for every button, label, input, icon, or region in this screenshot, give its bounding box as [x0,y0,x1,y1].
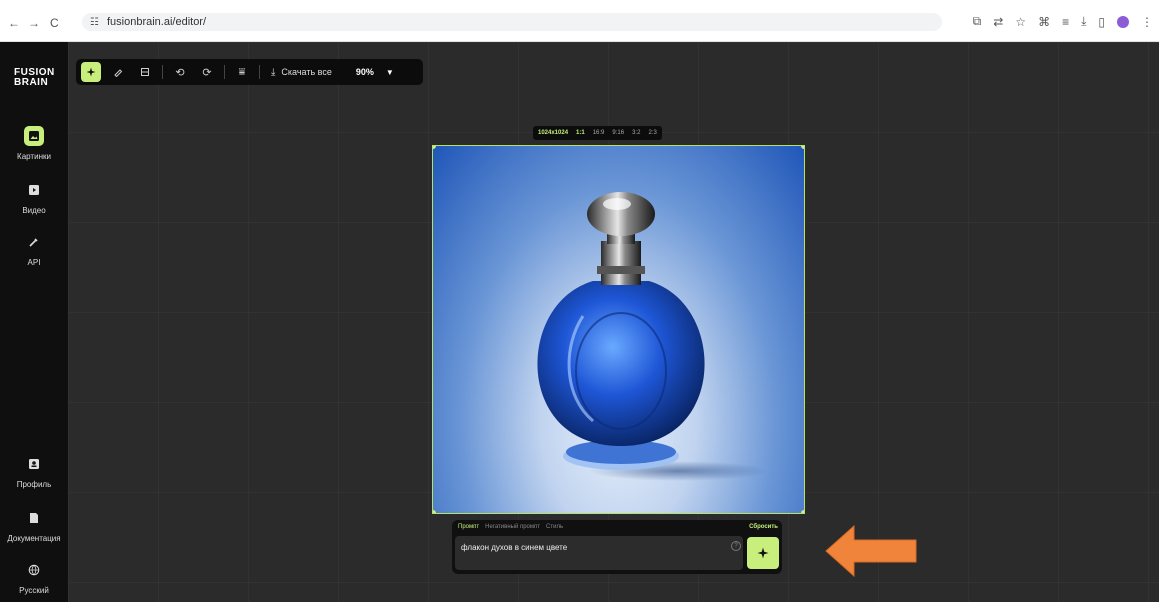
download-label: Скачать все [281,67,332,77]
ratio-option[interactable]: 16:9 [593,130,605,136]
frame-tool-button[interactable] [135,62,155,82]
toolbar-divider [224,65,225,79]
editor-toolbar: ⟲ ⟳ ⩸ ⤓ Скачать все 90% ▼ [76,59,423,85]
align-icon[interactable]: ⩸ [232,62,252,82]
sidebar-item-label: Русский [19,586,49,595]
resize-handle-top-right[interactable] [801,146,804,149]
toolbar-divider [259,65,260,79]
address-bar[interactable]: ☷ fusionbrain.ai/editor/ [82,13,942,31]
annotation-arrow [825,524,917,578]
profile-icon[interactable] [1117,15,1129,28]
perfume-bottle-illustration [537,192,768,481]
sidebar-item-label: Видео [22,206,46,215]
tab-prompt[interactable]: Промпт [458,524,479,530]
generate-tool-button[interactable] [81,62,101,82]
download-icon[interactable]: ⤓ [1081,14,1086,29]
sidebar-item-label: Картинки [17,152,51,161]
redo-button[interactable]: ⟳ [197,62,217,82]
chevron-down-icon: ▼ [385,67,394,77]
site-settings-icon[interactable]: ☷ [90,17,99,28]
sidebar: FUSION BRAIN Картинки Видео API Профиль … [0,42,68,602]
menu-icon[interactable]: ⋮ [1141,15,1153,29]
ratio-option[interactable]: 9:16 [612,130,624,136]
download-all-button[interactable]: ⤓ Скачать все [271,67,332,78]
sidebar-item-documentation[interactable]: Документация [0,508,68,543]
sparkle-icon [757,547,769,559]
profile-icon [24,454,44,474]
ratio-option[interactable]: 2:3 [648,130,656,136]
browser-toolbar: ← → C ☷ fusionbrain.ai/editor/ ⧉ ⇄ ☆ ⌘ ≡… [0,0,1159,42]
resize-handle-bottom-left[interactable] [433,510,436,513]
back-icon[interactable]: ← [8,16,20,30]
generated-image-frame[interactable] [432,145,805,514]
sidebar-item-label: Документация [7,534,61,543]
ratio-option[interactable]: 1:1 [576,130,585,136]
zoom-dropdown[interactable]: 90% ▼ [356,67,394,77]
reload-icon[interactable]: C [50,16,59,30]
tab-search-icon[interactable]: ≡ [1062,15,1069,29]
url-text: fusionbrain.ai/editor/ [106,16,207,28]
forward-icon[interactable]: → [28,16,40,30]
prompt-tabs: Промпт Негативный промпт Стиль [458,524,563,530]
translate-icon[interactable]: ⇄ [993,15,1003,29]
sidebar-item-label: Профиль [16,480,52,489]
ratio-option[interactable]: 3:2 [632,130,640,136]
editor-app: FUSION BRAIN Картинки Видео API Профиль … [0,42,1159,602]
logo[interactable]: FUSION BRAIN [14,68,55,88]
document-icon [24,508,44,528]
download-icon: ⤓ [271,66,276,78]
globe-icon [24,560,44,580]
eraser-tool-button[interactable] [108,62,128,82]
plug-icon [24,232,44,252]
video-icon [24,180,44,200]
logo-line-2: BRAIN [14,77,49,88]
help-icon[interactable]: ? [731,541,741,551]
toolbar-divider [162,65,163,79]
generate-button[interactable] [747,537,779,569]
tab-negative-prompt[interactable]: Негативный промпт [485,524,540,530]
extensions-icon[interactable]: ⌘ [1038,15,1050,29]
prompt-panel: Промпт Негативный промпт Стиль Сбросить … [452,520,782,574]
aspect-ratio-bar: 1024x1024 1:1 16:9 9:16 3:2 2:3 [533,126,662,140]
resize-handle-bottom-right[interactable] [801,510,804,513]
sidebar-item-video[interactable]: Видео [0,180,68,215]
sidebar-item-images[interactable]: Картинки [0,126,68,161]
prompt-input[interactable]: флакон духов в синем цвете [455,536,743,570]
image-icon [24,126,44,146]
cast-icon[interactable]: ⧉ [973,14,982,29]
undo-button[interactable]: ⟲ [170,62,190,82]
ratio-option[interactable]: 1024x1024 [538,130,568,136]
browser-actions: ⧉ ⇄ ☆ ⌘ ≡ ⤓ ▯ ⋮ [973,14,1153,29]
reset-button[interactable]: Сбросить [749,524,778,530]
sidebar-item-language[interactable]: Русский [0,560,68,595]
sidebar-item-profile[interactable]: Профиль [0,454,68,489]
generated-image [433,146,804,513]
star-icon[interactable]: ☆ [1015,15,1026,29]
tab-style[interactable]: Стиль [546,524,563,530]
sidebar-item-label: API [27,258,41,267]
sidebar-item-api[interactable]: API [0,232,68,267]
sidebar-icon[interactable]: ▯ [1098,15,1105,29]
zoom-value: 90% [355,67,374,77]
